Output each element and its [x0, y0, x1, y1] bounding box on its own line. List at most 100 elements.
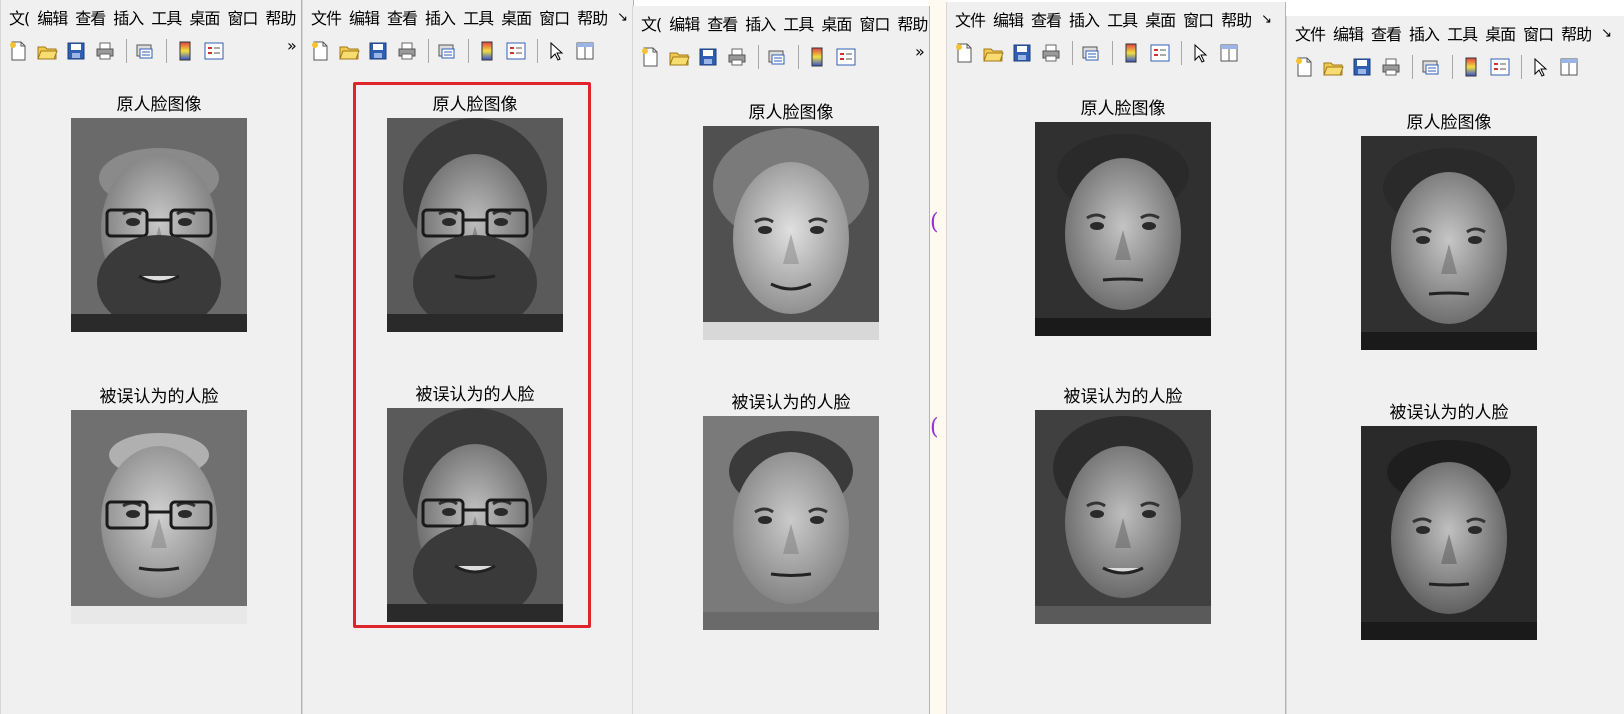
new-file-icon[interactable]	[5, 38, 31, 64]
menu-overflow-icon[interactable]: ↘	[1601, 26, 1612, 41]
menu-item[interactable]: 插入	[745, 11, 776, 35]
new-file-icon[interactable]	[637, 44, 663, 70]
legend-icon[interactable]	[1487, 54, 1513, 80]
menu-item[interactable]: 插入	[1409, 21, 1440, 45]
pointer-icon[interactable]	[1527, 54, 1553, 80]
legend-icon[interactable]	[503, 38, 529, 64]
colorbar-icon[interactable]	[172, 38, 198, 64]
save-icon[interactable]	[63, 38, 89, 64]
menu-item[interactable]: 查看	[387, 5, 418, 29]
save-icon[interactable]	[1349, 54, 1375, 80]
menu-overflow-icon[interactable]: ↘	[617, 10, 628, 25]
menu-item[interactable]: 桌面	[1485, 21, 1516, 45]
toolbar-separator	[758, 45, 759, 69]
menu-item[interactable]: 窗口	[1183, 7, 1214, 31]
property-editor-icon[interactable]	[1556, 54, 1582, 80]
save-icon[interactable]	[365, 38, 391, 64]
property-editor-icon[interactable]	[572, 38, 598, 64]
menu-item[interactable]: 查看	[1031, 7, 1062, 31]
menu-item[interactable]: 工具	[151, 5, 182, 29]
menu-overflow-icon[interactable]: ↘	[1261, 12, 1272, 27]
menu-item[interactable]: 工具	[783, 11, 814, 35]
pointer-icon[interactable]	[1187, 40, 1213, 66]
menu-item[interactable]: 窗口	[227, 5, 258, 29]
editor-char: (	[930, 210, 939, 235]
menu-item[interactable]: 编辑	[37, 5, 68, 29]
open-folder-icon[interactable]	[980, 40, 1006, 66]
menu-item[interactable]: 查看	[75, 5, 106, 29]
menu-item[interactable]: 编辑	[669, 11, 700, 35]
legend-icon[interactable]	[833, 44, 859, 70]
menu-item[interactable]: 帮助	[1561, 21, 1592, 45]
print-preview-icon[interactable]	[434, 38, 460, 64]
menu-item[interactable]: 查看	[1371, 21, 1402, 45]
menu-item[interactable]: 查看	[707, 11, 738, 35]
menu-item[interactable]: 文件	[955, 7, 986, 31]
menu-item[interactable]: 编辑	[993, 7, 1024, 31]
print-icon[interactable]	[1038, 40, 1064, 66]
open-folder-icon[interactable]	[666, 44, 692, 70]
menu-item[interactable]: 窗口	[1523, 21, 1554, 45]
colorbar-icon[interactable]	[1458, 54, 1484, 80]
menu-item[interactable]: 插入	[113, 5, 144, 29]
colorbar-icon[interactable]	[1118, 40, 1144, 66]
print-icon[interactable]	[394, 38, 420, 64]
save-icon[interactable]	[1009, 40, 1035, 66]
open-folder-icon[interactable]	[34, 38, 60, 64]
toolbar-separator	[428, 39, 429, 63]
menu-item[interactable]: 编辑	[349, 5, 380, 29]
menu-item[interactable]: 桌面	[501, 5, 532, 29]
print-icon[interactable]	[724, 44, 750, 70]
menu-item[interactable]: 文件	[311, 5, 342, 29]
menu-item[interactable]: 文件	[1295, 21, 1326, 45]
menu-bar: 文(编辑查看插入工具桌面窗口帮助↘	[633, 6, 929, 40]
figure-window: 文(编辑查看插入工具桌面窗口帮助↘»原人脸图像 被误认为的人脸	[632, 6, 930, 714]
property-editor-icon[interactable]	[1216, 40, 1242, 66]
original-face-image	[71, 118, 247, 332]
menu-item[interactable]: 工具	[1447, 21, 1478, 45]
menu-item[interactable]: 帮助	[265, 5, 296, 29]
menu-item[interactable]: 桌面	[821, 11, 852, 35]
save-icon[interactable]	[695, 44, 721, 70]
toolbar-separator	[468, 39, 469, 63]
new-file-icon[interactable]	[951, 40, 977, 66]
menu-item[interactable]: 插入	[425, 5, 456, 29]
open-folder-icon[interactable]	[1320, 54, 1346, 80]
print-preview-icon[interactable]	[1078, 40, 1104, 66]
legend-icon[interactable]	[1147, 40, 1173, 66]
misidentified-face-image	[71, 410, 247, 624]
print-preview-icon[interactable]	[132, 38, 158, 64]
figure-canvas: 原人脸图像 被误认为的人脸	[1, 68, 301, 714]
print-icon[interactable]	[1378, 54, 1404, 80]
new-file-icon[interactable]	[1291, 54, 1317, 80]
menu-item[interactable]: 文(	[9, 5, 30, 29]
figure-window: 文件 编辑 查看 插入 工具 桌面 窗口 帮助 ↘ 原人脸图像 被误认为的人脸	[302, 0, 634, 714]
open-folder-icon[interactable]	[336, 38, 362, 64]
pointer-icon[interactable]	[543, 38, 569, 64]
menu-item[interactable]: 工具	[463, 5, 494, 29]
menu-item[interactable]: 桌面	[1145, 7, 1176, 31]
menu-item[interactable]: 窗口	[539, 5, 570, 29]
menu-item[interactable]: 帮助	[897, 11, 928, 35]
print-icon[interactable]	[92, 38, 118, 64]
menu-bar: 文(编辑查看插入工具桌面窗口帮助↘	[1, 0, 301, 34]
menu-item[interactable]: 文(	[641, 11, 662, 35]
menu-item[interactable]: 插入	[1069, 7, 1100, 31]
colorbar-icon[interactable]	[804, 44, 830, 70]
toolbar-overflow-button[interactable]: »	[287, 36, 297, 55]
menu-item[interactable]: 帮助	[577, 5, 608, 29]
original-face-image	[1035, 122, 1211, 336]
menu-item[interactable]: 工具	[1107, 7, 1138, 31]
colorbar-icon[interactable]	[474, 38, 500, 64]
print-preview-icon[interactable]	[1418, 54, 1444, 80]
legend-icon[interactable]	[201, 38, 227, 64]
print-preview-icon[interactable]	[764, 44, 790, 70]
menu-item[interactable]: 帮助	[1221, 7, 1252, 31]
toolbar-overflow-button[interactable]: »	[915, 42, 925, 61]
menu-item[interactable]: 窗口	[859, 11, 890, 35]
menu-item[interactable]: 编辑	[1333, 21, 1364, 45]
menu-item[interactable]: 桌面	[189, 5, 220, 29]
toolbar-separator	[1452, 55, 1453, 79]
figure-toolbar: »	[633, 40, 929, 75]
new-file-icon[interactable]	[307, 38, 333, 64]
